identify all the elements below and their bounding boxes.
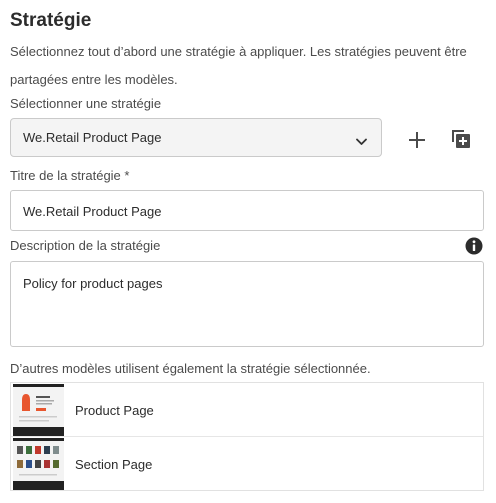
plus-icon[interactable] [408, 131, 426, 154]
template-thumbnail [13, 384, 64, 436]
info-icon[interactable] [465, 237, 483, 260]
select-policy-label: Sélectionner une stratégie [10, 96, 162, 111]
template-name: Section Page [75, 457, 153, 472]
policy-title-input[interactable]: We.Retail Product Page [10, 190, 484, 231]
policy-description-value: Policy for product pages [23, 276, 163, 291]
panel-description: Sélectionnez tout d’abord une stratégie … [10, 44, 467, 87]
panel-title: Stratégie [10, 10, 92, 31]
policy-select-value: We.Retail Product Page [23, 130, 162, 145]
policy-description-textarea[interactable]: Policy for product pages [10, 261, 484, 347]
list-item[interactable]: Section Page [11, 437, 483, 491]
duplicate-icon[interactable] [451, 129, 471, 154]
chevron-down-icon [356, 133, 367, 151]
template-name: Product Page [75, 403, 154, 418]
template-thumbnail [13, 438, 64, 490]
policy-title-label: Titre de la stratégie * [10, 168, 130, 183]
list-item[interactable]: Product Page [11, 383, 483, 437]
policy-select[interactable]: We.Retail Product Page [10, 118, 382, 157]
used-by-label: D’autres modèles utilisent également la … [10, 361, 371, 376]
policy-description-label: Description de la stratégie [10, 238, 161, 253]
templates-list: Product Page Section Page [10, 382, 484, 491]
policy-title-value: We.Retail Product Page [23, 204, 162, 219]
